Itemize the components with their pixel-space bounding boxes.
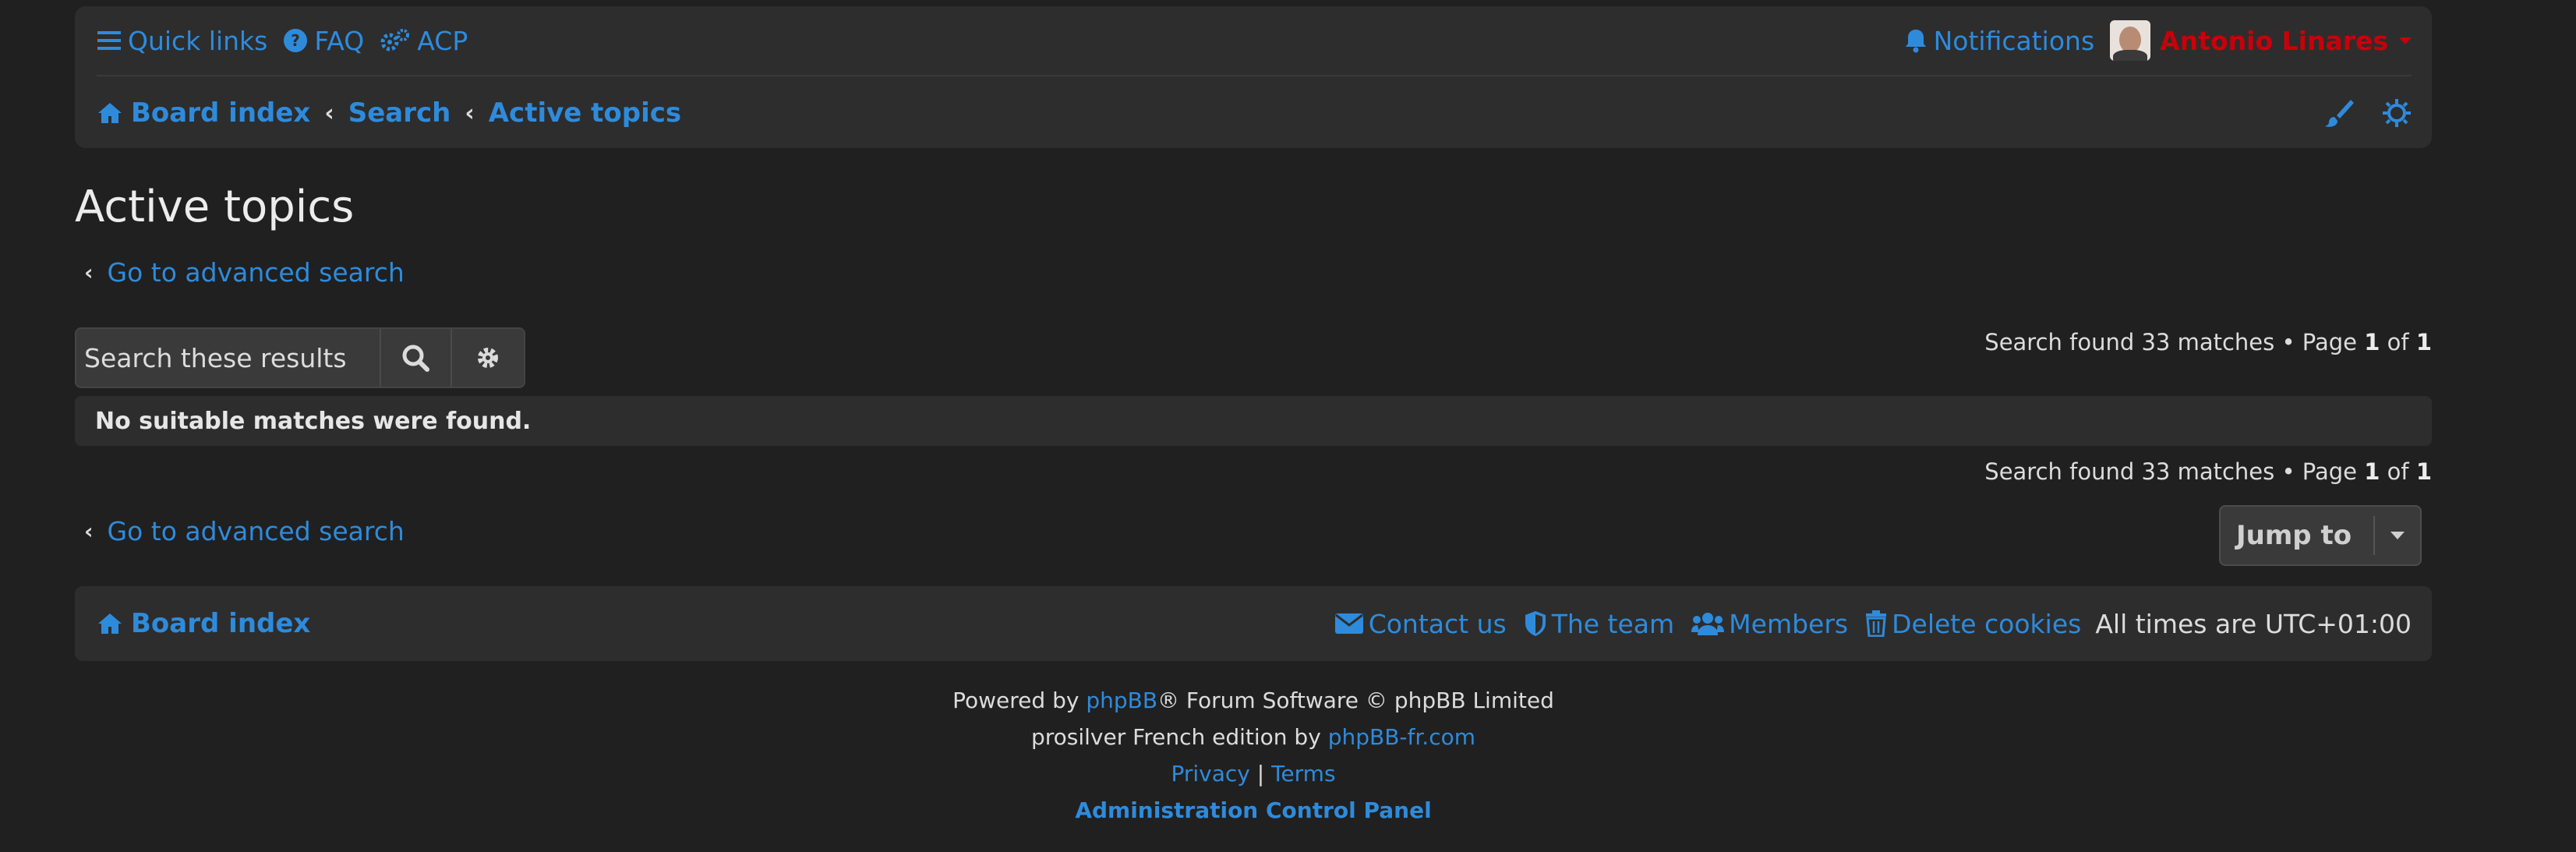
notifications-link[interactable]: Notifications [1904,25,2095,56]
board-index-label: Board index [131,97,311,129]
trash-icon [1866,610,1887,637]
jump-to-label: Jump to [2236,520,2352,551]
user-nav: Notifications Antonio Linares [1904,20,2412,61]
privacy-terms-line: Privacy | Terms [75,761,2432,787]
privacy-link[interactable]: Privacy [1171,761,1249,787]
chevron-left-icon: ‹ [84,518,94,544]
faq-link[interactable]: ? FAQ [283,26,364,56]
powered-by-text: Powered by [952,688,1087,713]
chevron-left-icon: ‹ [84,260,94,285]
powered-suffix-text: ® Forum Software © phpBB Limited [1157,688,1554,713]
results-of: of [2380,458,2416,485]
terms-link[interactable]: Terms [1271,761,1335,787]
results-total-pages: 1 [2415,329,2432,355]
breadcrumb-board-index[interactable]: Board index [97,97,310,129]
search-results-box: Search these results [75,327,525,388]
results-page: 1 [2364,458,2380,485]
gear-icon [478,348,499,368]
acp-link[interactable]: ACP [380,26,468,56]
separator: | [1249,761,1272,787]
bell-icon [1905,30,1926,53]
breadcrumb: Board index ‹ Search ‹ Active topics [97,78,2412,148]
advanced-search-link[interactable]: ‹ Go to advanced search [84,257,405,288]
faq-label: FAQ [314,25,365,56]
breadcrumb-search[interactable]: Search [348,97,451,129]
footer-navbar: Board index Contact us The team Members … [75,586,2432,661]
results-of: of [2380,329,2416,355]
page-title: Active topics [75,182,355,232]
results-prefix: Search found 33 matches • Page [1984,458,2365,485]
advanced-search-link-bottom[interactable]: ‹ Go to advanced search [84,516,405,546]
notifications-label: Notifications [1933,25,2095,56]
quick-links-menu[interactable]: Quick links [97,26,267,56]
caret-down-icon [2373,516,2420,555]
home-icon [98,613,122,634]
contact-us-link[interactable]: Contact us [1334,609,1507,639]
french-edition-line: prosilver French edition by phpBB-fr.com [75,724,2432,750]
svg-text:?: ? [292,31,301,50]
powered-by-line: Powered by phpBB® Forum Software © phpBB… [75,688,2432,713]
timezone-text: All times are UTC+01:00 [2095,608,2412,639]
results-prefix: Search found 33 matches • Page [1984,329,2365,355]
acp-footer-link[interactable]: Administration Control Panel [1075,797,1431,823]
no-results-panel: No suitable matches were found. [75,396,2432,446]
quick-links-label: Quick links [128,25,268,56]
advanced-search-button[interactable] [452,329,524,387]
breadcrumb-active-topics[interactable]: Active topics [489,97,681,129]
chevron-left-icon: ‹ [324,99,334,127]
envelope-icon [1334,613,1363,634]
members-label: Members [1729,608,1849,639]
the-team-link[interactable]: The team [1524,609,1674,639]
search-input[interactable]: Search these results [76,329,381,387]
style-tools [2324,98,2412,128]
results-page: 1 [2364,329,2380,355]
search-results-count-bottom: Search found 33 matches • Page 1 of 1 [1984,458,2432,485]
gears-icon [380,29,410,51]
settings-sun-icon[interactable] [2382,98,2412,128]
delete-cookies-label: Delete cookies [1892,608,2082,639]
phpbb-link[interactable]: phpBB [1086,688,1157,713]
shield-icon [1525,611,1546,636]
users-icon [1691,613,1725,635]
acp-footer-line: Administration Control Panel [75,797,2432,823]
username-menu[interactable]: Antonio Linares [2160,26,2412,56]
avatar[interactable] [2110,20,2151,61]
caret-down-icon [2399,37,2412,44]
advanced-search-label: Go to advanced search [107,516,405,546]
chevron-left-icon: ‹ [465,99,475,127]
footer-links: Contact us The team Members Delete cooki… [1317,609,2412,639]
bars-icon [97,31,121,50]
phpbb-fr-link[interactable]: phpBB-fr.com [1328,724,1475,750]
search-results-count: Search found 33 matches • Page 1 of 1 [1984,329,2432,355]
search-icon [402,345,430,372]
jump-to-dropdown[interactable]: Jump to [2219,505,2422,566]
header-navbar: Quick links ? FAQ ACP Notifications Anto… [75,6,2432,148]
the-team-label: The team [1551,608,1675,639]
members-link[interactable]: Members [1691,609,1848,639]
acp-label: ACP [417,25,468,56]
search-button[interactable] [380,329,453,387]
home-icon [98,103,122,123]
paint-brush-icon[interactable] [2324,98,2354,128]
delete-cookies-link[interactable]: Delete cookies [1865,609,2081,639]
footer-board-index[interactable]: Board index [97,608,310,639]
question-circle-icon: ? [284,29,308,52]
contact-us-label: Contact us [1368,608,1507,639]
no-results-message: No suitable matches were found. [95,407,532,435]
results-total-pages: 1 [2415,458,2432,485]
username-label: Antonio Linares [2160,25,2388,56]
top-nav: Quick links ? FAQ ACP Notifications Anto… [97,6,2412,76]
footer-board-index-label: Board index [131,608,311,639]
french-edition-text: prosilver French edition by [1030,724,1328,750]
advanced-search-label: Go to advanced search [107,257,405,288]
